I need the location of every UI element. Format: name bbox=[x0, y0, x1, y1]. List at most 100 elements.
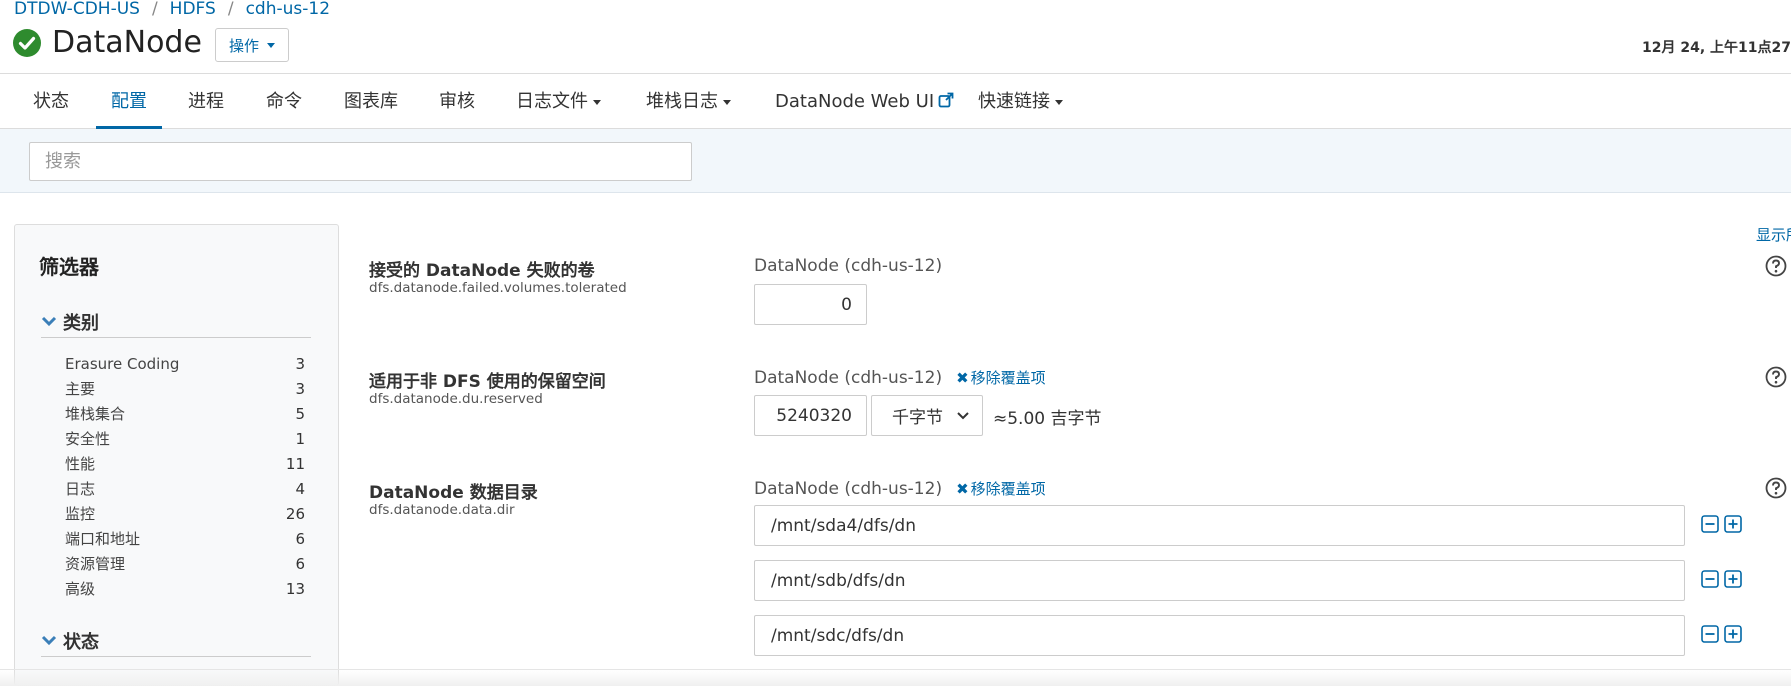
unit-select-value: 千字节 bbox=[892, 408, 943, 428]
breadcrumb: DTDW-CDH-US / HDFS / cdh-us-12 bbox=[14, 0, 330, 19]
setting-scope-label: DataNode (cdh-us-12) bbox=[754, 368, 943, 388]
filter-item-count: 1 bbox=[295, 429, 305, 448]
filter-item[interactable]: Erasure Coding 3 bbox=[65, 351, 305, 376]
chevron-down-icon bbox=[41, 630, 57, 651]
filter-panel-title: 筛选器 bbox=[39, 255, 99, 279]
filter-item[interactable]: 资源管理 6 bbox=[65, 551, 305, 576]
setting-key: dfs.datanode.failed.volumes.tolerated bbox=[369, 280, 627, 296]
tab-datanode-web-ui[interactable]: DataNode Web UI bbox=[775, 74, 954, 129]
filter-item-count: 6 bbox=[295, 529, 305, 548]
remove-override-link[interactable]: ✖ 移除覆盖项 bbox=[956, 369, 1046, 387]
actions-dropdown-button[interactable]: 操作 bbox=[215, 28, 289, 62]
filter-item-label: 高级 bbox=[65, 580, 96, 598]
tab-stack-logs[interactable]: 堆栈日志 bbox=[646, 74, 731, 129]
breadcrumb-service-link[interactable]: HDFS bbox=[170, 0, 216, 19]
tab-quick-links[interactable]: 快速链接 bbox=[978, 74, 1063, 129]
filter-group-status-label: 状态 bbox=[63, 631, 99, 653]
filter-item-count: 5 bbox=[295, 404, 305, 423]
filter-item-count: 13 bbox=[285, 579, 305, 598]
tab-audit[interactable]: 审核 bbox=[439, 74, 475, 129]
breadcrumb-host-link[interactable]: cdh-us-12 bbox=[246, 0, 330, 19]
data-dir-input[interactable] bbox=[754, 505, 1685, 546]
tab-configuration[interactable]: 配置 bbox=[96, 74, 162, 130]
reserved-space-input[interactable] bbox=[754, 395, 867, 436]
plus-square-icon[interactable] bbox=[1724, 625, 1742, 643]
filter-item-count: 3 bbox=[295, 379, 305, 398]
tab-datanode-web-ui-label: DataNode Web UI bbox=[775, 91, 935, 112]
minus-square-icon[interactable] bbox=[1701, 570, 1719, 588]
setting-key: dfs.datanode.data.dir bbox=[369, 502, 515, 518]
filter-item-label: 堆栈集合 bbox=[65, 405, 126, 423]
filter-item[interactable]: 主要 3 bbox=[65, 376, 305, 401]
filter-item[interactable]: 高级 13 bbox=[65, 576, 305, 601]
filter-item-label: 性能 bbox=[65, 455, 96, 473]
filter-item-count: 3 bbox=[295, 354, 305, 373]
filter-item[interactable]: 端口和地址 6 bbox=[65, 526, 305, 551]
filter-item-label: 日志 bbox=[65, 480, 96, 498]
chevron-down-icon bbox=[957, 411, 969, 419]
page-bottom-edge bbox=[0, 669, 1791, 686]
setting-title: 适用于非 DFS 使用的保留空间 bbox=[369, 372, 606, 392]
filter-item-count: 26 bbox=[285, 504, 305, 523]
tab-bar: 状态 配置 进程 命令 图表库 审核 日志文件 堆栈日志 DataNode We… bbox=[0, 73, 1791, 130]
failed-volumes-input[interactable] bbox=[754, 284, 867, 325]
filter-item-label: 资源管理 bbox=[65, 555, 126, 573]
filter-group-category-label: 类别 bbox=[63, 312, 99, 334]
help-icon[interactable] bbox=[1765, 366, 1787, 388]
tab-configuration-label: 配置 bbox=[111, 91, 147, 112]
filter-group-status[interactable]: 状态 bbox=[41, 625, 311, 657]
minus-square-icon[interactable] bbox=[1701, 515, 1719, 533]
tab-log-files[interactable]: 日志文件 bbox=[516, 74, 601, 129]
remove-override-label: 移除覆盖项 bbox=[970, 480, 1046, 498]
caret-down-icon bbox=[723, 99, 731, 105]
breadcrumb-cluster-link[interactable]: DTDW-CDH-US bbox=[14, 0, 140, 19]
plus-square-icon[interactable] bbox=[1724, 515, 1742, 533]
timestamp: 12月 24, 上午11点27 bbox=[1642, 40, 1791, 56]
data-dir-input[interactable] bbox=[754, 615, 1685, 656]
breadcrumb-separator: / bbox=[227, 0, 234, 19]
filter-item-label: 端口和地址 bbox=[65, 530, 141, 548]
setting-title: 接受的 DataNode 失败的卷 bbox=[369, 261, 595, 281]
tab-chart-library[interactable]: 图表库 bbox=[344, 74, 398, 129]
filter-group-category[interactable]: 类别 bbox=[41, 306, 311, 338]
help-icon[interactable] bbox=[1765, 477, 1787, 499]
filter-item-label: 监控 bbox=[65, 505, 96, 523]
search-input[interactable] bbox=[29, 142, 692, 181]
setting-scope: DataNode (cdh-us-12) bbox=[754, 256, 943, 276]
data-dir-input[interactable] bbox=[754, 560, 1685, 601]
status-check-icon bbox=[13, 29, 41, 57]
caret-down-icon bbox=[1055, 99, 1063, 105]
chevron-down-icon bbox=[41, 311, 57, 332]
caret-down-icon bbox=[593, 99, 601, 105]
tab-processes[interactable]: 进程 bbox=[188, 74, 224, 129]
minus-square-icon[interactable] bbox=[1701, 625, 1719, 643]
filter-item[interactable]: 堆栈集合 5 bbox=[65, 401, 305, 426]
filter-item-count: 11 bbox=[285, 454, 305, 473]
setting-scope-label: DataNode (cdh-us-12) bbox=[754, 479, 943, 499]
filter-item[interactable]: 性能 11 bbox=[65, 451, 305, 476]
tab-quick-links-label: 快速链接 bbox=[978, 91, 1050, 112]
remove-override-label: 移除覆盖项 bbox=[970, 369, 1046, 387]
plus-square-icon[interactable] bbox=[1724, 570, 1742, 588]
actions-label: 操作 bbox=[228, 36, 259, 55]
filter-item[interactable]: 日志 4 bbox=[65, 476, 305, 501]
filter-item-label: Erasure Coding bbox=[65, 354, 180, 373]
close-icon: ✖ bbox=[956, 369, 969, 387]
help-icon[interactable] bbox=[1765, 255, 1787, 277]
remove-override-link[interactable]: ✖ 移除覆盖项 bbox=[956, 480, 1046, 498]
setting-title: DataNode 数据目录 bbox=[369, 483, 538, 503]
search-bar-area bbox=[0, 129, 1791, 193]
filter-panel: 筛选器 类别 Erasure Coding 3 主要 3 堆栈集合 5 安全性 1 性能… bbox=[14, 224, 339, 686]
tab-log-files-label: 日志文件 bbox=[516, 91, 588, 112]
filter-item-label: 安全性 bbox=[65, 430, 111, 448]
approx-size: ≈5.00 吉字节 bbox=[993, 409, 1102, 429]
filter-item-count: 4 bbox=[295, 479, 305, 498]
setting-scope: DataNode (cdh-us-12) ✖ 移除覆盖项 bbox=[754, 478, 1046, 499]
external-link-icon bbox=[938, 92, 954, 108]
tab-commands[interactable]: 命令 bbox=[266, 74, 302, 129]
filter-item[interactable]: 安全性 1 bbox=[65, 426, 305, 451]
show-all-link[interactable]: 显示所 bbox=[1756, 224, 1791, 245]
filter-item[interactable]: 监控 26 bbox=[65, 501, 305, 526]
tab-status[interactable]: 状态 bbox=[33, 74, 69, 129]
unit-select[interactable]: 千字节 bbox=[871, 395, 983, 436]
